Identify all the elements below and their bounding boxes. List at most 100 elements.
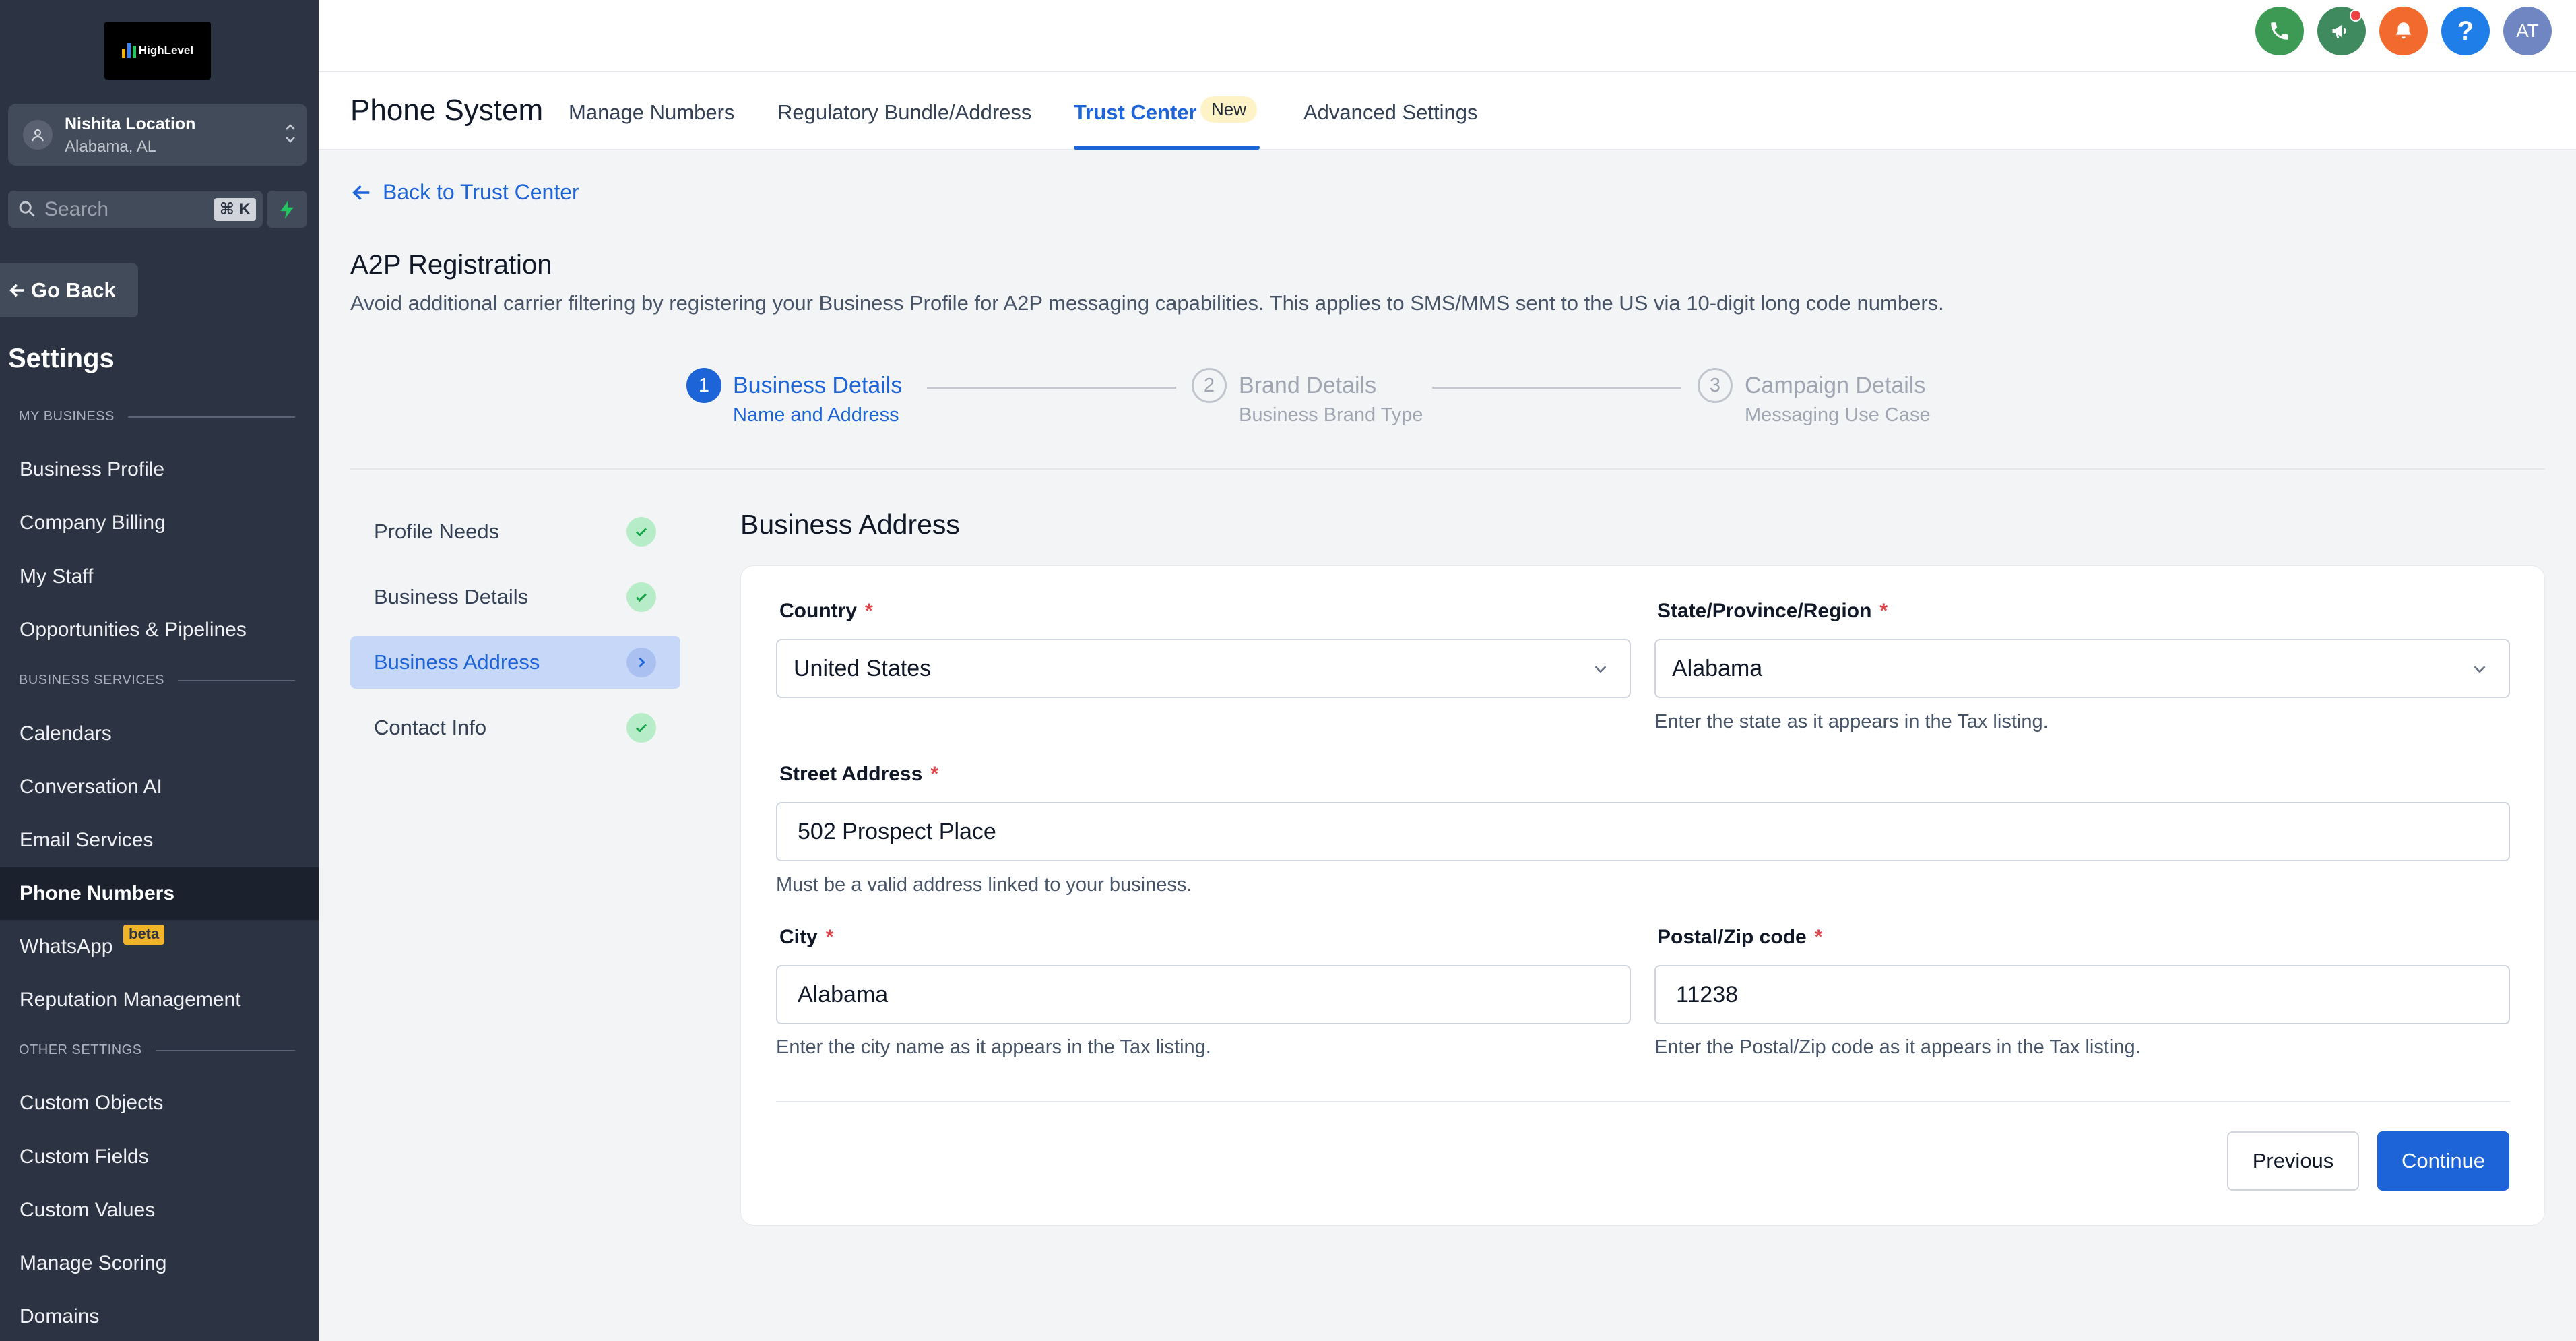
- a2p-title: A2P Registration: [350, 250, 552, 280]
- city-help: Enter the city name as it appears in the…: [776, 1036, 1211, 1058]
- tab-advanced-settings[interactable]: Advanced Settings: [1303, 100, 1478, 125]
- sidebar-item-business-profile[interactable]: Business Profile: [0, 443, 319, 496]
- sidebar-item-phone-numbers[interactable]: Phone Numbers: [0, 867, 319, 920]
- page-title: Phone System: [350, 94, 544, 127]
- sidebar-item-whatsapp[interactable]: WhatsApp beta: [0, 921, 319, 973]
- bell-icon[interactable]: [2379, 7, 2428, 55]
- sidebar-item-label: WhatsApp: [20, 935, 113, 958]
- search-placeholder: Search: [44, 198, 109, 220]
- postal-help: Enter the Postal/Zip code as it appears …: [1654, 1036, 2141, 1058]
- sidebar-item-custom-objects[interactable]: Custom Objects: [0, 1077, 319, 1129]
- a2p-description: Avoid additional carrier filtering by re…: [350, 291, 1944, 315]
- tab-trust-center[interactable]: Trust Center: [1074, 100, 1197, 125]
- step-3-subtitle: Messaging Use Case: [1745, 404, 1931, 426]
- step-3-circle: 3: [1698, 368, 1733, 403]
- sidebar-item-my-staff[interactable]: My Staff: [0, 551, 319, 603]
- sidebar-item-custom-fields[interactable]: Custom Fields: [0, 1131, 319, 1183]
- bolt-icon: [280, 199, 294, 219]
- location-switcher[interactable]: Nishita Location Alabama, AL: [8, 104, 307, 166]
- sidebar-item-reputation-management[interactable]: Reputation Management: [0, 974, 319, 1026]
- sidebar-item-opportunities[interactable]: Opportunities & Pipelines: [0, 604, 319, 656]
- street-label: Street Address *: [779, 763, 938, 786]
- location-icon: [23, 120, 53, 150]
- back-to-trust-center-link[interactable]: Back to Trust Center: [350, 180, 579, 205]
- back-link-label: Back to Trust Center: [383, 180, 579, 204]
- postal-value: 11238: [1676, 981, 1739, 1007]
- substep-label: Business Address: [374, 650, 540, 674]
- city-label: City *: [779, 926, 833, 949]
- chevron-down-icon: [1595, 666, 1607, 673]
- help-icon[interactable]: ?: [2441, 7, 2490, 55]
- search-shortcut: ⌘ K: [214, 198, 256, 221]
- step-3-title: Campaign Details: [1745, 373, 1926, 398]
- postal-code-input[interactable]: 11238: [1654, 965, 2510, 1024]
- street-address-input[interactable]: 502 Prospect Place: [776, 802, 2510, 861]
- street-label-text: Street Address: [779, 763, 923, 785]
- check-circle-icon: [626, 713, 656, 743]
- chevron-up-down-icon: [284, 120, 296, 149]
- logo-mark-icon: [121, 43, 136, 58]
- country-select[interactable]: United States: [776, 639, 1631, 698]
- substep-label: Profile Needs: [374, 520, 500, 543]
- chevron-down-icon: [2474, 666, 2486, 673]
- notification-dot: [2350, 9, 2362, 22]
- go-back-button[interactable]: Go Back: [0, 263, 138, 317]
- required-mark: *: [865, 600, 873, 622]
- top-header: ? AT: [319, 0, 2576, 72]
- city-value: Alabama: [798, 981, 889, 1007]
- substep-contact-info[interactable]: Contact Info: [350, 701, 680, 754]
- sidebar-search[interactable]: Search ⌘ K: [8, 191, 263, 228]
- street-help: Must be a valid address linked to your b…: [776, 874, 1192, 896]
- business-address-card: Country * United States State/Province/Re…: [740, 565, 2545, 1226]
- postal-label: Postal/Zip code *: [1657, 926, 1822, 949]
- highlevel-logo[interactable]: HighLevel: [104, 22, 211, 80]
- sidebar-item-custom-values[interactable]: Custom Values: [0, 1184, 319, 1237]
- substep-profile-needs[interactable]: Profile Needs: [350, 505, 680, 558]
- avatar[interactable]: AT: [2503, 7, 2552, 55]
- tab-manage-numbers[interactable]: Manage Numbers: [569, 100, 734, 125]
- location-name: Nishita Location: [65, 115, 196, 133]
- step-connector: [1432, 387, 1681, 389]
- postal-label-text: Postal/Zip code: [1657, 926, 1807, 948]
- step-connector: [927, 387, 1176, 389]
- sidebar-item-conversation-ai[interactable]: Conversation AI: [0, 761, 319, 813]
- substep-label: Contact Info: [374, 716, 487, 739]
- state-select[interactable]: Alabama: [1654, 639, 2510, 698]
- step-1-subtitle: Name and Address: [733, 404, 899, 426]
- divider: [350, 468, 2545, 470]
- substep-business-details[interactable]: Business Details: [350, 571, 680, 623]
- sidebar-item-manage-scoring[interactable]: Manage Scoring: [0, 1237, 319, 1290]
- step-1-circle: 1: [686, 368, 721, 403]
- city-label-text: City: [779, 926, 818, 948]
- substep-business-address[interactable]: Business Address: [350, 636, 680, 689]
- step-2-circle: 2: [1192, 368, 1227, 403]
- step-2-subtitle: Business Brand Type: [1239, 404, 1423, 426]
- beta-badge: beta: [123, 925, 165, 945]
- quick-actions-button[interactable]: [267, 191, 307, 228]
- new-badge: New: [1200, 96, 1258, 123]
- required-mark: *: [1814, 926, 1823, 948]
- avatar-initials: AT: [2516, 20, 2539, 41]
- phone-icon[interactable]: [2255, 7, 2304, 55]
- required-mark: *: [1879, 600, 1888, 622]
- sidebar-item-company-billing[interactable]: Company Billing: [0, 497, 319, 549]
- state-value: Alabama: [1672, 655, 1763, 681]
- section-label-business-services: BUSINESS SERVICES: [19, 673, 295, 688]
- section-label-my-business: MY BUSINESS: [19, 409, 295, 425]
- sidebar-item-domains[interactable]: Domains: [0, 1290, 319, 1341]
- sidebar-item-email-services[interactable]: Email Services: [0, 814, 319, 867]
- megaphone-icon[interactable]: [2317, 7, 2366, 55]
- chevron-right-icon: [626, 648, 656, 677]
- previous-button[interactable]: Previous: [2227, 1131, 2359, 1191]
- substep-label: Business Details: [374, 585, 529, 609]
- active-tab-indicator: [1074, 146, 1260, 150]
- city-input[interactable]: Alabama: [776, 965, 1631, 1024]
- search-icon: [18, 199, 36, 222]
- step-1-title: Business Details: [733, 373, 903, 398]
- sidebar-item-calendars[interactable]: Calendars: [0, 708, 319, 760]
- continue-button[interactable]: Continue: [2377, 1131, 2509, 1191]
- country-label-text: Country: [779, 600, 857, 622]
- tab-regulatory-bundle[interactable]: Regulatory Bundle/Address: [777, 100, 1031, 125]
- settings-title: Settings: [8, 344, 115, 373]
- state-label: State/Province/Region *: [1657, 600, 1888, 623]
